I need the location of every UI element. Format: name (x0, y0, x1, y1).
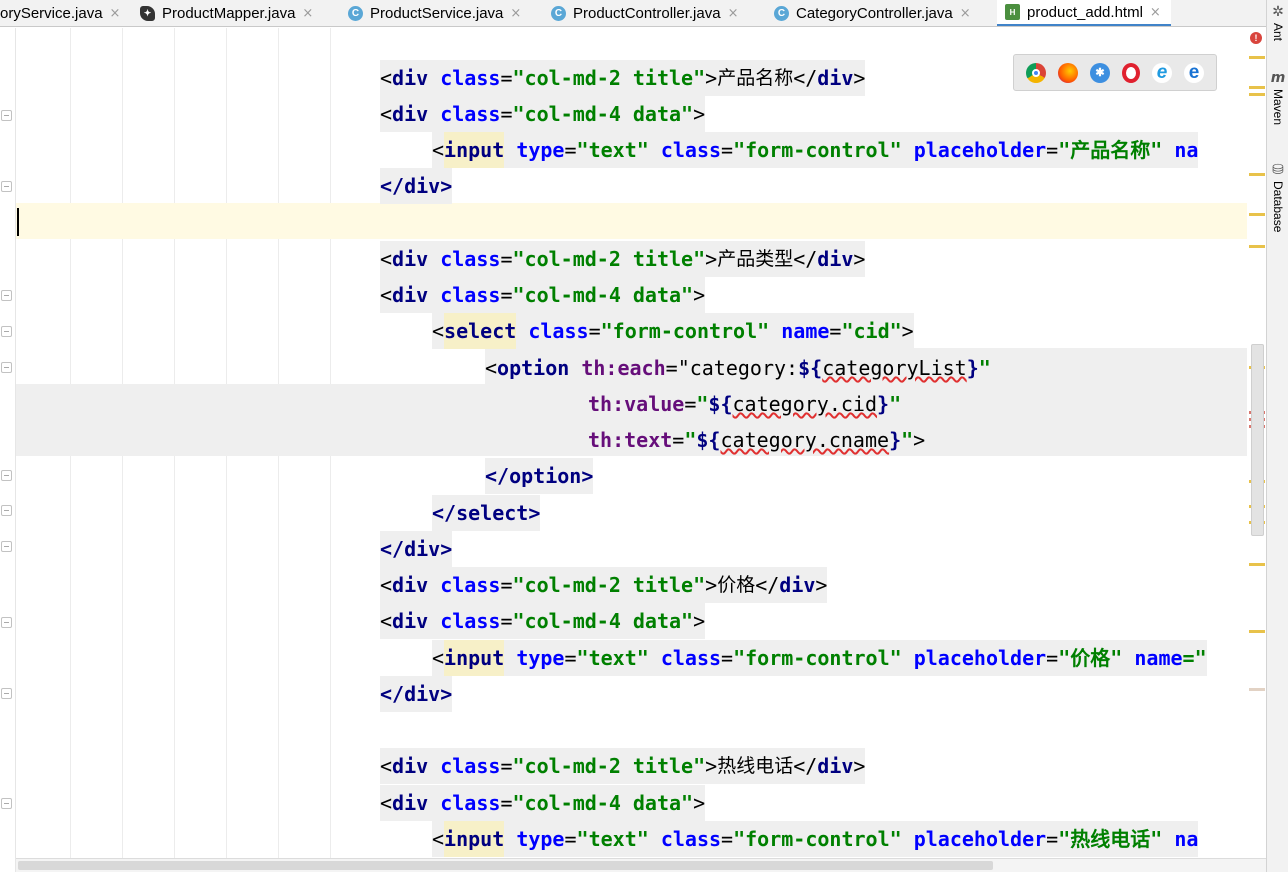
warning-mark[interactable] (1249, 563, 1265, 566)
code-line: th:value="${category.cid}" (588, 392, 902, 416)
tab-close-icon[interactable]: × (960, 6, 971, 21)
tab-category-service[interactable]: oryService.java × (0, 0, 121, 26)
warning-mark[interactable] (1249, 688, 1265, 691)
warning-mark[interactable] (1249, 93, 1265, 96)
ie-icon[interactable]: e (1152, 62, 1172, 83)
tab-close-icon[interactable]: × (110, 6, 121, 21)
code-line: < div class = "col-md-4 data" > (380, 96, 706, 132)
fold-marker-icon[interactable] (1, 470, 12, 481)
warning-mark[interactable] (1249, 245, 1265, 248)
tool-window-bar: ✲ Ant m Maven ⛁ Database (1266, 0, 1288, 872)
maven-icon: m (1270, 70, 1286, 86)
code-line: </div> (380, 531, 453, 567)
tab-close-icon[interactable]: × (302, 6, 313, 21)
code-line: th:text="${category.cname}"> (588, 428, 926, 452)
editor-tab-bar: oryService.java × ✦ ProductMapper.java ×… (0, 0, 1266, 27)
database-icon: ⛁ (1272, 162, 1284, 178)
text-caret (17, 208, 19, 236)
tool-window-ant[interactable]: ✲ Ant (1269, 4, 1287, 41)
fold-marker-icon[interactable] (1, 798, 12, 809)
code-line: <option th:each="category:${categoryList… (485, 356, 991, 380)
horizontal-scroll-thumb[interactable] (18, 861, 993, 870)
code-line: < div class = "col-md-2 title" > 价格 </div > (380, 567, 828, 603)
code-line: < input type = "text" class = "form-control" … (432, 640, 1207, 676)
warning-mark[interactable] (1249, 56, 1265, 59)
code-editor[interactable]: < div class = "col-md-2 title" > 产品名称 </div > <… (16, 28, 1266, 858)
current-line-highlight (16, 203, 1266, 239)
tab-product-mapper[interactable]: ✦ ProductMapper.java × (140, 0, 313, 26)
code-line: < div class = "col-md-4 data" > (380, 603, 706, 639)
tool-window-database[interactable]: ⛁ Database (1269, 162, 1287, 232)
warning-mark[interactable] (1249, 213, 1265, 216)
fold-marker-icon[interactable] (1, 326, 12, 337)
firefox-icon[interactable] (1058, 62, 1078, 83)
code-line: < div class = "col-md-4 data" > (380, 785, 706, 821)
tab-product-service[interactable]: C ProductService.java × (348, 0, 521, 26)
code-line: < div class = "col-md-2 title" > 热线电话 </div > (380, 748, 866, 784)
class-icon: C (348, 6, 363, 21)
tab-close-icon[interactable]: × (728, 6, 739, 21)
fold-marker-icon[interactable] (1, 541, 12, 552)
tab-product-add-html[interactable]: H product_add.html × (997, 0, 1171, 26)
tab-label: ProductService.java (370, 5, 504, 22)
code-line: < input type = "text" class = "form-control" … (432, 821, 1199, 857)
fold-marker-icon[interactable] (1, 290, 12, 301)
chrome-icon[interactable] (1026, 62, 1046, 83)
tab-label: ProductMapper.java (162, 5, 296, 22)
class-icon: C (774, 6, 789, 21)
html-file-icon: H (1005, 4, 1020, 20)
tab-category-controller[interactable]: C CategoryController.java × (774, 0, 971, 26)
fold-marker-icon[interactable] (1, 505, 12, 516)
tab-close-icon[interactable]: × (510, 6, 521, 21)
code-line: < div class = "col-md-2 title" > 产品名称 </div > (380, 60, 866, 96)
tab-label: product_add.html (1027, 3, 1143, 21)
code-line: < input type = "text" class = "form-control" … (432, 132, 1199, 168)
tab-close-icon[interactable]: × (1150, 5, 1161, 20)
fold-marker-icon[interactable] (1, 110, 12, 121)
fold-marker-icon[interactable] (1, 617, 12, 628)
error-icon[interactable]: ! (1250, 32, 1262, 44)
tab-product-controller[interactable]: C ProductController.java × (551, 0, 739, 26)
fold-marker-icon[interactable] (1, 688, 12, 699)
tab-label: ProductController.java (573, 5, 721, 22)
safari-icon[interactable]: ✱ (1090, 62, 1110, 83)
editor-gutter (0, 28, 16, 872)
code-line: < select class = "form-control" name = "cid" > (432, 313, 914, 349)
mybatis-icon: ✦ (140, 6, 155, 21)
ant-icon: ✲ (1272, 4, 1284, 20)
class-icon: C (551, 6, 566, 21)
open-in-browser-popup: ✱ e e (1013, 54, 1217, 91)
tab-label: oryService.java (0, 5, 103, 22)
tool-window-maven[interactable]: m Maven (1269, 70, 1287, 125)
edge-icon[interactable]: e (1184, 62, 1204, 83)
fold-marker-icon[interactable] (1, 362, 12, 373)
code-line: < div class = "col-md-2 title" > 产品类型 </div > (380, 241, 866, 277)
horizontal-scrollbar[interactable] (16, 858, 1266, 872)
warning-mark[interactable] (1249, 173, 1265, 176)
code-line: < div class = "col-md-4 data" > (380, 277, 706, 313)
code-line: </option> (485, 458, 594, 494)
tab-label: CategoryController.java (796, 5, 953, 22)
warning-mark[interactable] (1249, 630, 1265, 633)
code-line: </div> (380, 168, 453, 204)
code-line: </select> (432, 495, 541, 531)
opera-icon[interactable] (1122, 62, 1140, 83)
vertical-scrollbar[interactable] (1251, 344, 1264, 536)
fold-marker-icon[interactable] (1, 181, 12, 192)
warning-mark[interactable] (1249, 86, 1265, 89)
code-line: </div> (380, 676, 453, 712)
